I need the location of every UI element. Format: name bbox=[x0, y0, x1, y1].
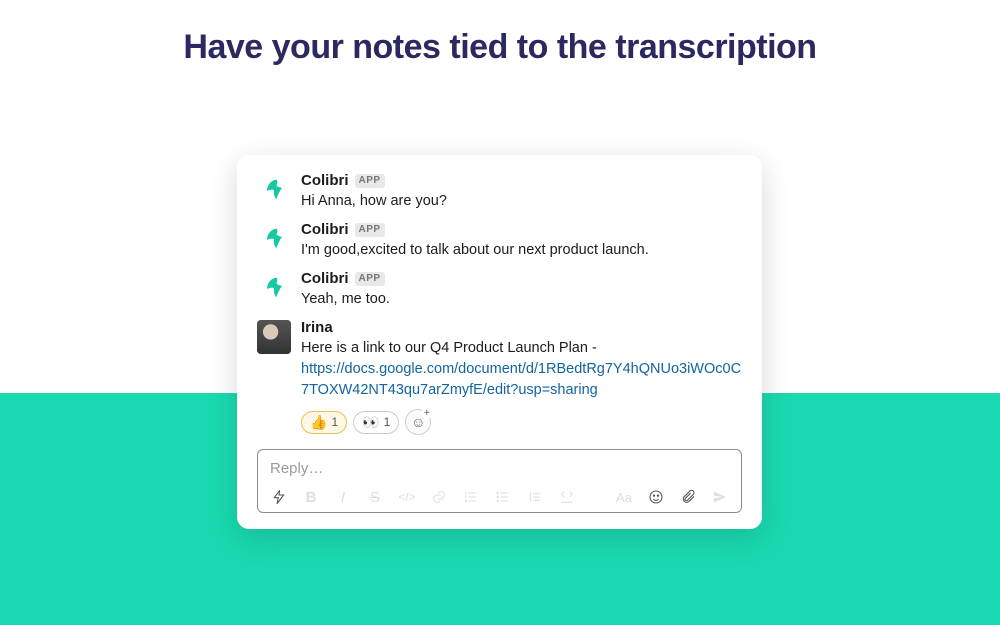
message: Irina Here is a link to our Q4 Product L… bbox=[257, 320, 742, 401]
message: Colibri APP Yeah, me too. bbox=[257, 271, 742, 310]
message-link[interactable]: https://docs.google.com/document/d/1RBed… bbox=[301, 361, 741, 398]
smile-icon: ☺ bbox=[411, 414, 425, 430]
page-title: Have your notes tied to the transcriptio… bbox=[0, 28, 1000, 67]
reaction-bar: 👍 1 👀 1 ☺ bbox=[301, 409, 742, 435]
quote-button[interactable] bbox=[526, 488, 544, 506]
text-format-button[interactable]: Aa bbox=[615, 488, 633, 506]
message-body: Yeah, me too. bbox=[301, 289, 742, 310]
app-avatar bbox=[257, 222, 291, 256]
reaction-count: 1 bbox=[331, 415, 338, 429]
app-badge: APP bbox=[355, 272, 385, 286]
ordered-list-button[interactable] bbox=[462, 488, 480, 506]
bold-button[interactable]: B bbox=[302, 488, 320, 506]
code-block-button[interactable] bbox=[558, 488, 576, 506]
link-button[interactable] bbox=[430, 488, 448, 506]
attach-button[interactable] bbox=[679, 488, 697, 506]
message-author: Colibri bbox=[301, 222, 349, 237]
message-author: Colibri bbox=[301, 173, 349, 188]
reaction-emoji: 👍 bbox=[310, 414, 327, 431]
app-avatar bbox=[257, 271, 291, 305]
reaction-count: 1 bbox=[384, 415, 391, 429]
code-button[interactable]: </> bbox=[398, 488, 416, 506]
message-author: Colibri bbox=[301, 271, 349, 286]
send-button[interactable] bbox=[711, 488, 729, 506]
reply-input[interactable] bbox=[270, 460, 729, 477]
lightning-icon[interactable] bbox=[270, 488, 288, 506]
message-text: Here is a link to our Q4 Product Launch … bbox=[301, 340, 597, 356]
composer-toolbar: B I S </> Aa bbox=[270, 488, 729, 506]
message: Colibri APP Hi Anna, how are you? bbox=[257, 173, 742, 212]
chat-card: Colibri APP Hi Anna, how are you? Colibr… bbox=[237, 155, 762, 529]
italic-button[interactable]: I bbox=[334, 488, 352, 506]
app-avatar bbox=[257, 173, 291, 207]
strike-button[interactable]: S bbox=[366, 488, 384, 506]
reaction-emoji: 👀 bbox=[362, 414, 379, 431]
bullet-list-button[interactable] bbox=[494, 488, 512, 506]
message: Colibri APP I'm good,excited to talk abo… bbox=[257, 222, 742, 261]
app-badge: APP bbox=[355, 174, 385, 188]
reaction-pill[interactable]: 👀 1 bbox=[353, 411, 399, 434]
reaction-pill[interactable]: 👍 1 bbox=[301, 411, 347, 434]
reply-composer: B I S </> Aa bbox=[257, 449, 742, 513]
message-body: Hi Anna, how are you? bbox=[301, 191, 742, 212]
app-badge: APP bbox=[355, 223, 385, 237]
user-avatar bbox=[257, 320, 291, 354]
add-reaction-button[interactable]: ☺ bbox=[405, 409, 431, 435]
emoji-button[interactable] bbox=[647, 488, 665, 506]
message-author: Irina bbox=[301, 320, 333, 335]
message-body: Here is a link to our Q4 Product Launch … bbox=[301, 338, 742, 401]
message-body: I'm good,excited to talk about our next … bbox=[301, 240, 742, 261]
